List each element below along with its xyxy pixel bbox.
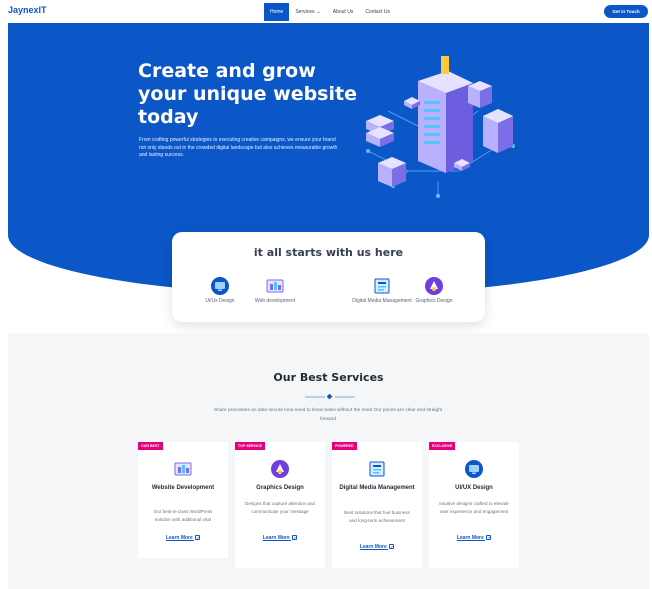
service-card-ux-design[interactable]: EXCLUSIVE UI/UX Design Intuitive designs… (429, 442, 519, 568)
nav-item-about[interactable]: About Us (327, 3, 360, 21)
arrow-icon: ➚ (389, 544, 395, 549)
service-card-website-development[interactable]: OUR BEST Website Development Our best-in… (138, 442, 228, 558)
website-development-icon (174, 462, 192, 476)
learn-more-link[interactable]: Learn More ➚ (235, 535, 325, 541)
arrow-icon: ➚ (292, 535, 298, 540)
service-badge: POWERED (332, 442, 357, 450)
intro-item-digital-media[interactable]: Digital Media Management (352, 277, 412, 304)
services-section: Our Best Services Share processes an dat… (8, 333, 649, 589)
nav-item-contact[interactable]: Contact Us (359, 3, 396, 21)
intro-card-title: it all starts with us here (253, 246, 404, 259)
digital-media-icon (373, 277, 391, 295)
services-title: Our Best Services (273, 371, 384, 384)
nav-item-home[interactable]: Home (264, 3, 290, 21)
service-card-digital-media[interactable]: POWERED Digital Media Management Best so… (332, 442, 422, 568)
learn-more-link[interactable]: Learn More ➚ (138, 535, 228, 541)
intro-item-label: Digital Media Management (352, 298, 412, 304)
learn-more-label: Learn More (456, 535, 484, 541)
intro-card: it all starts with us here Ui/Ux Design … (172, 232, 485, 322)
graphics-design-icon (425, 277, 443, 295)
nav-item-services-label: Services (295, 9, 315, 15)
service-name: UI/UX Design (455, 485, 493, 491)
intro-item-ux-design[interactable]: Ui/Ux Design (190, 277, 250, 304)
ux-design-icon (211, 277, 229, 295)
site-logo[interactable]: JaynexIT (8, 5, 47, 15)
digital-media-icon (369, 461, 385, 477)
service-badge: TOP SERVICE (235, 442, 265, 450)
service-name: Digital Media Management (339, 485, 415, 491)
service-name: Graphics Design (256, 485, 304, 491)
web-development-icon (266, 277, 284, 295)
service-badge: EXCLUSIVE (429, 442, 456, 450)
site-header: JaynexIT Home Services ⌄ About Us Contact… (0, 0, 652, 23)
hero-title: Create and grow your unique website toda… (138, 60, 357, 128)
service-card-graphics-design[interactable]: TOP SERVICE Graphics Design Designs that… (235, 442, 325, 568)
service-description: Intuitive designs crafted to elevate use… (439, 501, 509, 514)
ux-design-icon (465, 460, 483, 478)
intro-item-label: Graphics Design (415, 298, 453, 304)
arrow-icon: ➚ (195, 535, 201, 540)
arrow-icon: ➚ (486, 535, 492, 540)
server-illustration-icon (366, 56, 515, 198)
service-description: Designs that capture attention and commu… (245, 501, 315, 514)
main-nav: Home Services ⌄ About Us Contact Us (264, 3, 396, 21)
service-name: Website Development (151, 485, 215, 491)
section-divider (305, 394, 355, 400)
service-badge: OUR BEST (138, 442, 163, 450)
intro-item-label: Web development (254, 298, 296, 304)
intro-item-graphics-design[interactable]: Graphics Design (404, 277, 464, 304)
chevron-down-icon: ⌄ (316, 9, 321, 15)
service-description: Best solutions that fuel business and lo… (344, 510, 410, 523)
learn-more-label: Learn More (359, 544, 387, 550)
intro-item-label: Ui/Ux Design (205, 298, 235, 304)
learn-more-label: Learn More (165, 535, 193, 541)
learn-more-label: Learn More (262, 535, 290, 541)
get-in-touch-button[interactable]: Get in Touch (604, 5, 648, 18)
service-description: Our best-in-class WordPress solution wit… (153, 509, 213, 522)
intro-item-web-development[interactable]: Web development (245, 277, 305, 304)
learn-more-link[interactable]: Learn More ➚ (429, 535, 519, 541)
learn-more-link[interactable]: Learn More ➚ (332, 544, 422, 550)
graphics-design-icon (271, 460, 289, 478)
services-subtitle: Share processes an data secure lona need… (213, 408, 443, 422)
hero-description: From crafting powerful strategies to exe… (139, 137, 338, 158)
nav-item-services[interactable]: Services ⌄ (289, 3, 326, 21)
